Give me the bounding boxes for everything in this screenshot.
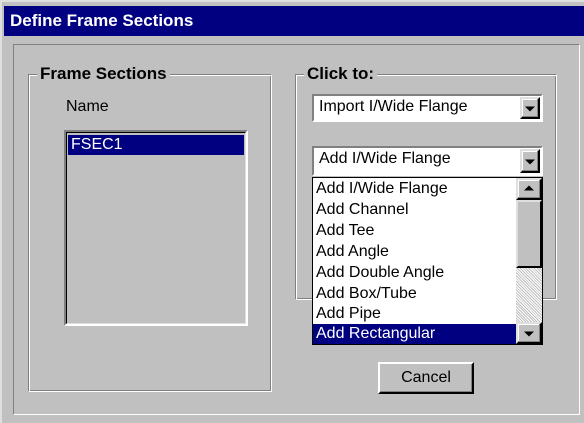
dropdown-option-i-wide-flange[interactable]: Add I/Wide Flange (313, 179, 516, 199)
title-bar[interactable]: Define Frame Sections (4, 6, 584, 36)
dropdown-option-angle[interactable]: Add Angle (313, 242, 516, 262)
add-combo-value: Add I/Wide Flange (319, 150, 451, 167)
dropdown-option-double-angle[interactable]: Add Double Angle (313, 263, 516, 283)
cancel-button[interactable]: Cancel (378, 362, 474, 394)
list-item-fsec1[interactable]: FSEC1 (68, 135, 244, 155)
name-label: Name (66, 98, 109, 115)
dropdown-option-rectangular[interactable]: Add Rectangular (313, 324, 516, 344)
add-section-dropdown-list[interactable]: Add I/Wide Flange Add Channel Add Tee Ad… (312, 177, 543, 345)
arrow-up-icon (524, 185, 534, 191)
scroll-down-button[interactable] (516, 322, 542, 344)
import-combo-dropdown-button[interactable] (520, 97, 540, 119)
import-section-combo[interactable]: Import I/Wide Flange (312, 94, 543, 122)
window-title: Define Frame Sections (10, 11, 194, 30)
chevron-down-icon (525, 106, 535, 112)
import-combo-value: Import I/Wide Flange (319, 98, 468, 115)
frame-sections-legend: Frame Sections (37, 64, 170, 84)
dropdown-scrollbar[interactable] (516, 178, 542, 344)
scroll-thumb[interactable] (516, 200, 542, 268)
dropdown-option-channel[interactable]: Add Channel (313, 200, 516, 220)
add-combo-dropdown-button[interactable] (520, 149, 540, 173)
scroll-up-button[interactable] (516, 178, 542, 200)
arrow-down-icon (524, 331, 534, 337)
dropdown-option-box-tube[interactable]: Add Box/Tube (313, 284, 516, 304)
frame-sections-list[interactable]: FSEC1 (64, 130, 248, 326)
define-frame-sections-dialog: Define Frame Sections Frame Sections Nam… (0, 0, 584, 423)
add-section-combo[interactable]: Add I/Wide Flange (312, 146, 543, 176)
chevron-down-icon (525, 159, 535, 165)
dropdown-option-pipe[interactable]: Add Pipe (313, 304, 516, 324)
dropdown-option-tee[interactable]: Add Tee (313, 221, 516, 241)
click-to-legend: Click to: (304, 64, 378, 84)
